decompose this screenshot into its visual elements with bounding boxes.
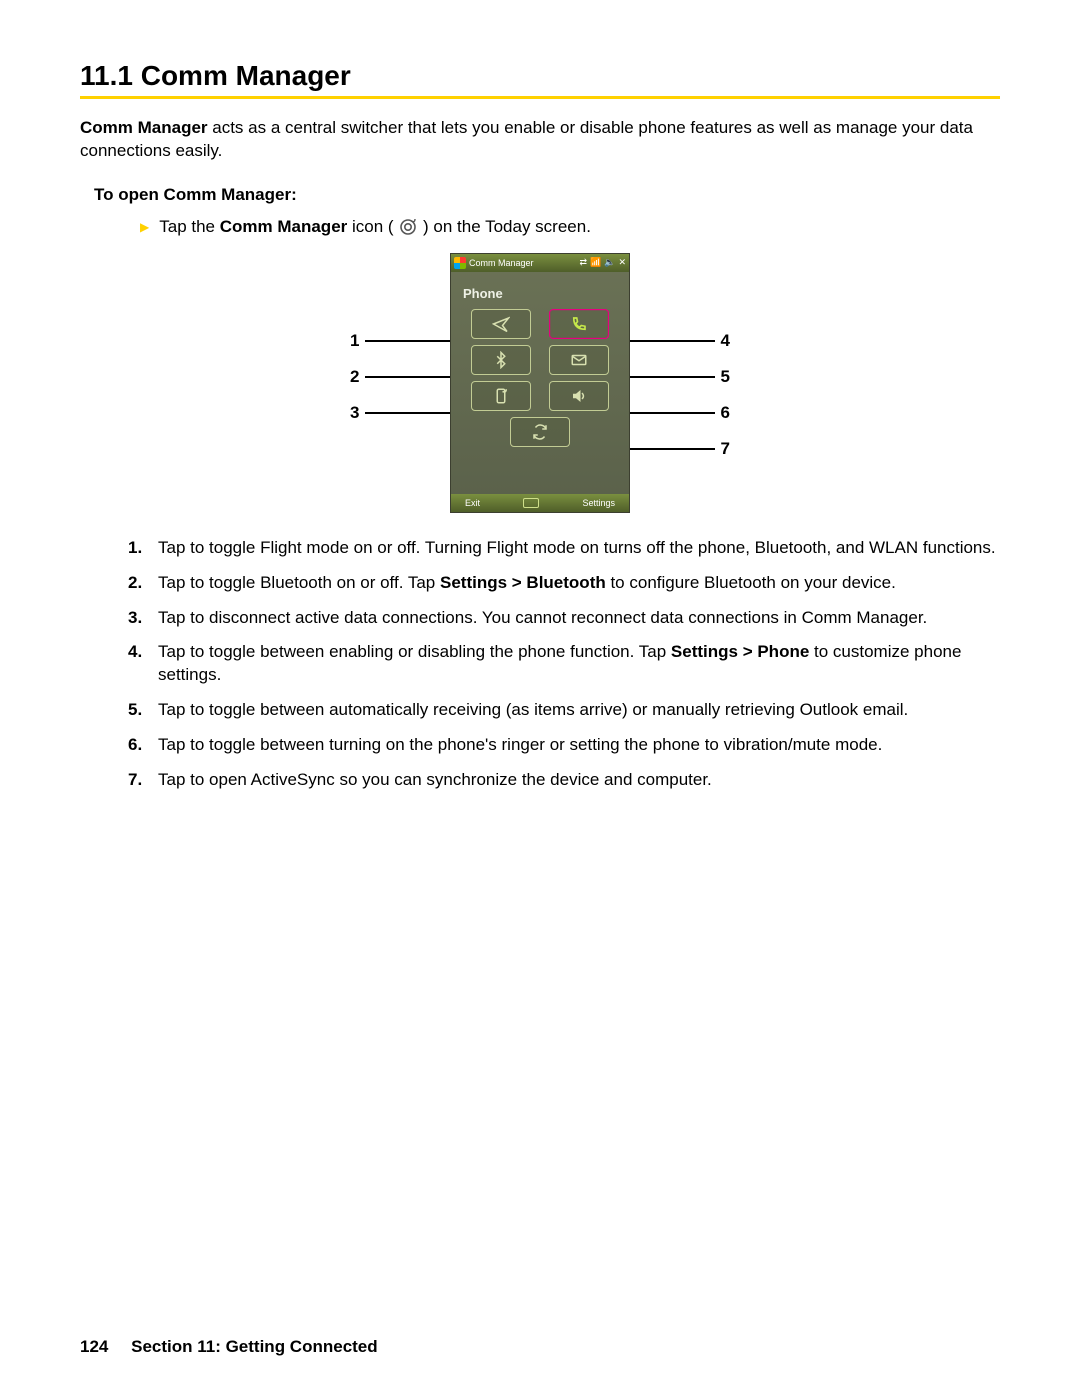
callout-2-label: 2 (350, 367, 359, 387)
bluetooth-button[interactable] (471, 345, 531, 375)
callout-6-label: 6 (721, 403, 730, 423)
list-item: Tap to toggle Bluetooth on or off. Tap S… (128, 572, 1000, 595)
bullet-bold: Comm Manager (220, 217, 348, 236)
flight-mode-button[interactable] (471, 309, 531, 339)
connection-icon: ⇄ (579, 257, 587, 268)
start-flag-icon (454, 257, 466, 269)
item-1-text: Tap to toggle Flight mode on or off. Tur… (158, 538, 996, 557)
callout-1-label: 1 (350, 331, 359, 351)
intro-rest: acts as a central switcher that lets you… (80, 118, 973, 160)
device-titlebar: Comm Manager ⇄ 📶 🔈 ✕ (451, 254, 629, 272)
item-2-pre: Tap to toggle Bluetooth on or off. Tap (158, 573, 440, 592)
list-item: Tap to toggle between enabling or disabl… (128, 641, 1000, 687)
comm-manager-figure: 1 2 3 4 5 6 7 Comm Manager ⇄ 📶 🔈 ✕ (350, 253, 730, 513)
keyboard-icon[interactable] (523, 498, 539, 508)
intro-paragraph: Comm Manager acts as a central switcher … (80, 117, 1000, 163)
device-phone-label: Phone (451, 272, 629, 309)
soft-right[interactable]: Settings (582, 498, 615, 508)
item-5-text: Tap to toggle between automatically rece… (158, 700, 908, 719)
play-icon: ▶ (140, 220, 149, 234)
bullet-text: Tap the Comm Manager icon ( ) on the Tod… (159, 215, 591, 239)
item-6-text: Tap to toggle between turning on the pho… (158, 735, 882, 754)
open-subhead: To open Comm Manager: (94, 185, 1000, 205)
volume-icon: 🔈 (604, 257, 615, 268)
phone-toggle-button[interactable] (549, 309, 609, 339)
list-item: Tap to toggle between automatically rece… (128, 699, 1000, 722)
device-screenshot: Comm Manager ⇄ 📶 🔈 ✕ Phone (450, 253, 630, 513)
ringer-button[interactable] (549, 381, 609, 411)
numbered-description-list: Tap to toggle Flight mode on or off. Tur… (128, 537, 1000, 793)
section-label: Section 11: Getting Connected (131, 1337, 378, 1356)
close-icon: ✕ (618, 257, 626, 268)
item-2-bold: Settings > Bluetooth (440, 573, 606, 592)
item-2-post: to configure Bluetooth on your device. (606, 573, 896, 592)
item-3-text: Tap to disconnect active data connection… (158, 608, 927, 627)
intro-bold: Comm Manager (80, 118, 208, 137)
activesync-button[interactable] (510, 417, 570, 447)
page-number: 124 (80, 1337, 108, 1356)
toggle-grid (451, 309, 629, 447)
bullet-post: ) on the Today screen. (418, 217, 591, 236)
callout-3-label: 3 (350, 403, 359, 423)
item-4-bold: Settings > Phone (671, 642, 809, 661)
item-7-text: Tap to open ActiveSync so you can synchr… (158, 770, 712, 789)
page-footer: 124 Section 11: Getting Connected (80, 1337, 378, 1357)
list-item: Tap to toggle Flight mode on or off. Tur… (128, 537, 1000, 560)
section-heading: 11.1 Comm Manager (80, 60, 1000, 99)
device-title: Comm Manager (469, 258, 534, 268)
item-4-pre: Tap to toggle between enabling or disabl… (158, 642, 671, 661)
signal-icon: 📶 (590, 257, 601, 268)
callout-7-label: 7 (721, 439, 730, 459)
callout-4-label: 4 (721, 331, 730, 351)
email-sync-button[interactable] (549, 345, 609, 375)
data-connection-button[interactable] (471, 381, 531, 411)
bullet-pre: Tap the (159, 217, 220, 236)
device-softbar: Exit Settings (451, 494, 629, 512)
list-item: Tap to toggle between turning on the pho… (128, 734, 1000, 757)
bullet-mid: icon ( (347, 217, 398, 236)
callout-5-label: 5 (721, 367, 730, 387)
open-bullet: ▶ Tap the Comm Manager icon ( ) on the T… (140, 215, 1000, 239)
soft-left[interactable]: Exit (465, 498, 480, 508)
list-item: Tap to open ActiveSync so you can synchr… (128, 769, 1000, 792)
comm-manager-icon (398, 217, 418, 237)
list-item: Tap to disconnect active data connection… (128, 607, 1000, 630)
